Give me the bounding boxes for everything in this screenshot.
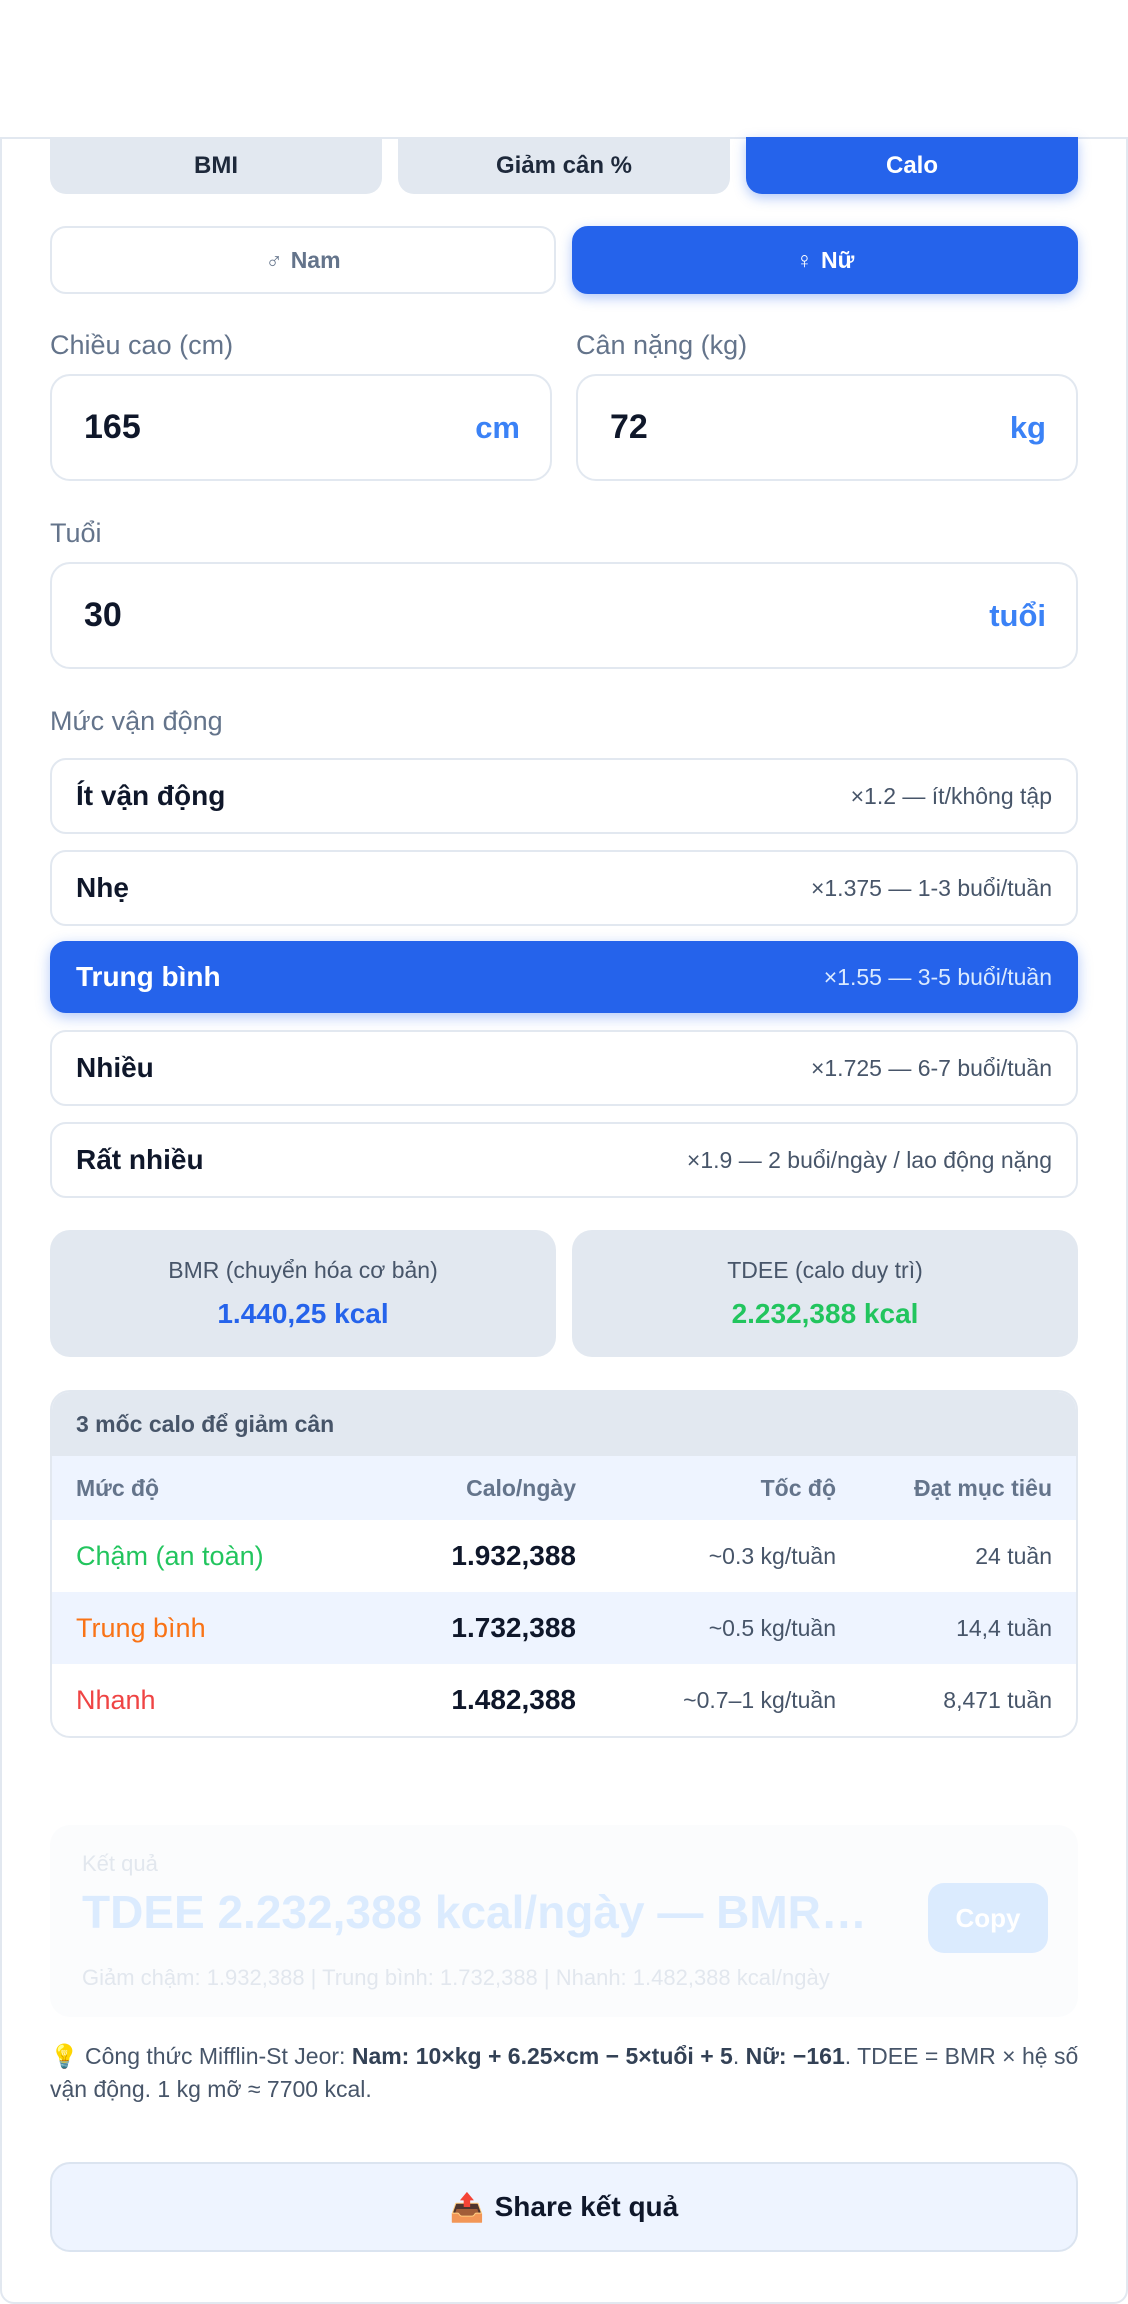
gender-female-label: Nữ (820, 246, 855, 273)
activity-option-light[interactable]: Nhẹ ×1.375 — 1-3 buổi/tuần (50, 850, 1078, 926)
height-label: Chiều cao (cm) (50, 330, 234, 360)
bmr-card: BMR (chuyển hóa cơ bản) 1.440,25 kcal (50, 1230, 556, 1357)
note-female-formula: Nữ: −161 (745, 2043, 845, 2069)
activity-desc: ×1.9 — 2 buổi/ngày / lao động nặng (686, 1146, 1052, 1173)
activity-name: Ít vận động (76, 780, 226, 811)
male-icon: ♂ (265, 246, 283, 273)
height-unit: cm (475, 409, 520, 445)
result-subtext: Giảm chậm: 1.932,388 | Trung bình: 1.732… (82, 1965, 830, 1990)
copy-button[interactable]: Copy (928, 1883, 1048, 1953)
column-header-level: Mức độ (76, 1474, 160, 1501)
share-icon: 📤 (449, 2191, 485, 2223)
activity-desc: ×1.2 — ít/không tập (850, 782, 1052, 809)
row-target: 8,471 tuần (943, 1686, 1052, 1713)
age-label: Tuổi (50, 518, 102, 548)
row-speed: ~0.7–1 kg/tuần (683, 1686, 836, 1713)
table-row: Trung bình 1.732,388 ~0.5 kg/tuần 14,4 t… (52, 1592, 1076, 1664)
female-icon: ♀ (795, 246, 813, 273)
activity-name: Trung bình (76, 961, 221, 992)
gender-selector: ♂ Nam ♀ Nữ (50, 226, 1078, 294)
height-value: 165 (84, 408, 141, 446)
age-value: 30 (84, 596, 122, 634)
activity-desc: ×1.375 — 1-3 buổi/tuần (810, 874, 1052, 901)
activity-name: Rất nhiều (76, 1144, 204, 1175)
result-text: TDEE 2.232,388 kcal/ngày — BMR 1.440,25 … (82, 1886, 872, 1938)
lightbulb-icon: 💡 (50, 2043, 79, 2069)
activity-option-active[interactable]: Nhiều ×1.725 — 6-7 buổi/tuần (50, 1030, 1078, 1106)
tab-weight-loss-percent[interactable]: Giảm cân % (398, 137, 730, 194)
result-card: Kết quả TDEE 2.232,388 kcal/ngày — BMR 1… (50, 1825, 1078, 2017)
age-unit: tuổi (989, 597, 1046, 633)
share-button[interactable]: 📤 Share kết quả (50, 2162, 1078, 2252)
note-male-formula: Nam: 10×kg + 6.25×cm − 5×tuổi + 5 (351, 2043, 733, 2069)
row-level: Trung bình (76, 1612, 206, 1643)
table-row: Nhanh 1.482,388 ~0.7–1 kg/tuần 8,471 tuầ… (52, 1664, 1076, 1736)
height-input[interactable]: 165 cm (50, 374, 552, 481)
activity-label: Mức vận động (50, 706, 223, 736)
row-target: 14,4 tuần (956, 1614, 1052, 1641)
column-header-calories: Calo/ngày (466, 1474, 576, 1501)
bmr-value: 1.440,25 kcal (217, 1298, 389, 1329)
activity-name: Nhẹ (76, 872, 129, 903)
activity-option-very-active[interactable]: Rất nhiều ×1.9 — 2 buổi/ngày / lao động … (50, 1122, 1078, 1198)
row-calories: 1.932,388 (451, 1540, 576, 1571)
gender-male-button[interactable]: ♂ Nam (50, 226, 556, 294)
activity-name: Nhiều (76, 1052, 154, 1083)
tdee-title: TDEE (calo duy trì) (727, 1257, 923, 1283)
weight-label: Cân nặng (kg) (576, 330, 748, 360)
tdee-value: 2.232,388 kcal (731, 1298, 919, 1329)
row-level: Nhanh (76, 1684, 156, 1715)
row-speed: ~0.3 kg/tuần (708, 1542, 836, 1569)
tab-bmi[interactable]: BMI (50, 137, 382, 194)
table-header-row: Mức độ Calo/ngày Tốc độ Đạt mục tiêu (52, 1456, 1076, 1520)
column-header-target: Đạt mục tiêu (913, 1474, 1052, 1501)
activity-desc: ×1.725 — 6-7 buổi/tuần (810, 1054, 1052, 1081)
bmr-title: BMR (chuyển hóa cơ bản) (168, 1257, 438, 1283)
note-separator: . (732, 2043, 746, 2069)
gender-male-label: Nam (290, 246, 341, 273)
weight-unit: kg (1009, 409, 1046, 445)
activity-desc: ×1.55 — 3-5 buổi/tuần (823, 963, 1052, 990)
activity-option-sedentary[interactable]: Ít vận động ×1.2 — ít/không tập (50, 758, 1078, 834)
share-label: Share kết quả (494, 2191, 679, 2222)
weight-loss-table: 3 mốc calo để giảm cân Mức độ Calo/ngày … (50, 1390, 1078, 1738)
row-speed: ~0.5 kg/tuần (708, 1614, 836, 1641)
result-label: Kết quả (82, 1851, 158, 1876)
weight-input[interactable]: 72 kg (576, 374, 1078, 481)
table-row: Chậm (an toàn) 1.932,388 ~0.3 kg/tuần 24… (52, 1520, 1076, 1592)
row-calories: 1.732,388 (451, 1612, 576, 1643)
activity-option-moderate[interactable]: Trung bình ×1.55 — 3-5 buổi/tuần (50, 941, 1078, 1013)
formula-note: 💡 Công thức Mifflin-St Jeor: Nam: 10×kg … (50, 2040, 1080, 2106)
table-title: 3 mốc calo để giảm cân (52, 1392, 1076, 1456)
note-prefix: Công thức Mifflin-St Jeor: (85, 2043, 352, 2069)
weight-value: 72 (610, 408, 648, 446)
tab-calories[interactable]: Calo (746, 137, 1078, 194)
column-header-speed: Tốc độ (760, 1474, 836, 1501)
row-calories: 1.482,388 (451, 1684, 576, 1715)
row-level: Chậm (an toàn) (76, 1540, 264, 1571)
tdee-card: TDEE (calo duy trì) 2.232,388 kcal (572, 1230, 1078, 1357)
row-target: 24 tuần (975, 1542, 1052, 1569)
calculator-tabs: BMI Giảm cân % Calo (50, 137, 1078, 194)
gender-female-button[interactable]: ♀ Nữ (572, 226, 1078, 294)
age-input[interactable]: 30 tuổi (50, 562, 1078, 669)
